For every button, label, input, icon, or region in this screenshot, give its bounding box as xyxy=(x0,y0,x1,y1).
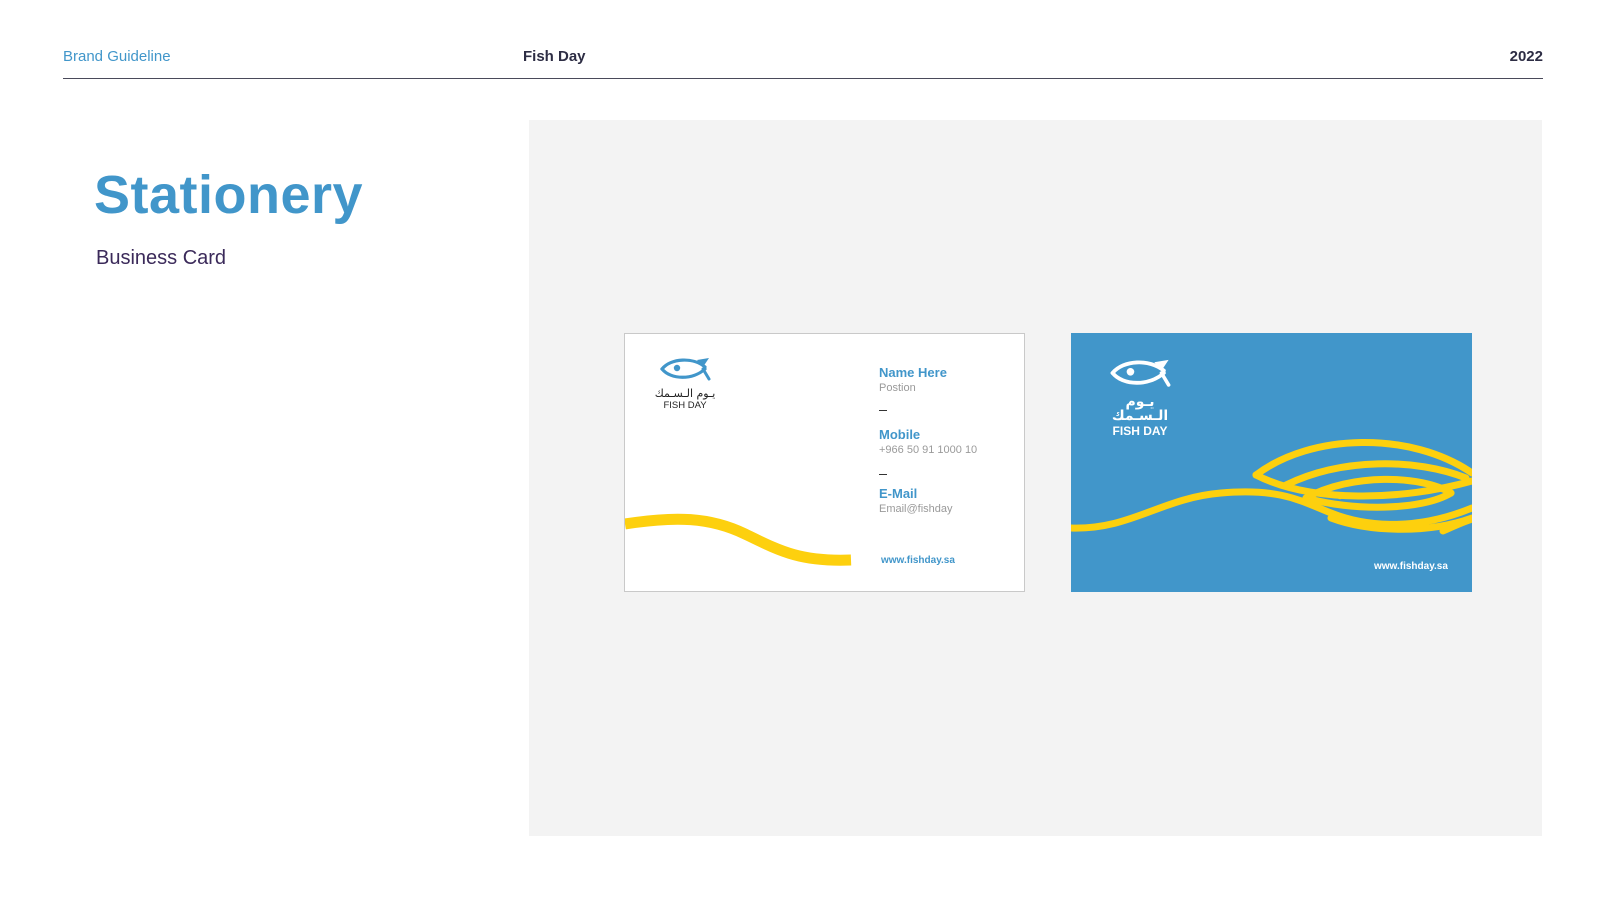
logo-arabic-text: يـوم الـسـمك xyxy=(1111,394,1169,424)
name-label: Name Here xyxy=(879,365,947,380)
back-logo: يـوم الـسـمك FISH DAY xyxy=(1098,357,1182,437)
business-card-back: يـوم الـسـمك FISH DAY www.fishday.sa xyxy=(1071,333,1472,592)
project-name-label: Fish Day xyxy=(523,48,586,65)
page-title: Stationery xyxy=(94,165,364,225)
mobile-value: +966 50 91 1000 10 xyxy=(879,444,978,456)
fish-logo-icon xyxy=(660,358,711,381)
mobile-label: Mobile xyxy=(879,427,921,442)
page-header: Brand Guideline Fish Day 2022 xyxy=(63,48,1543,79)
page-subtitle: Business Card xyxy=(96,247,227,269)
front-logo: يـوم الـسـمك FISH DAY xyxy=(653,356,717,411)
business-card-front: يـوم الـسـمك FISH DAY Name Here Postion … xyxy=(624,333,1025,592)
brand-guideline-label: Brand Guideline xyxy=(63,48,171,65)
logo-arabic-text: يـوم الـسـمك xyxy=(654,387,716,400)
position-label: Postion xyxy=(879,382,916,394)
email-value: Email@fishday xyxy=(879,503,953,515)
website-url: www.fishday.sa xyxy=(1374,561,1448,572)
separator xyxy=(879,410,887,412)
mobile-block: Mobile +966 50 91 1000 10 xyxy=(879,427,977,456)
separator xyxy=(879,474,887,476)
year-label: 2022 xyxy=(1509,48,1543,65)
logo-latin-text: FISH DAY xyxy=(1112,424,1168,438)
website-url: www.fishday.sa xyxy=(881,555,955,566)
fish-logo-icon xyxy=(1110,359,1171,387)
email-block: E-Mail Email@fishday xyxy=(879,486,953,515)
logo-latin-text: FISH DAY xyxy=(663,400,707,411)
email-label: E-Mail xyxy=(879,486,918,501)
name-block: Name Here Postion xyxy=(879,365,947,394)
